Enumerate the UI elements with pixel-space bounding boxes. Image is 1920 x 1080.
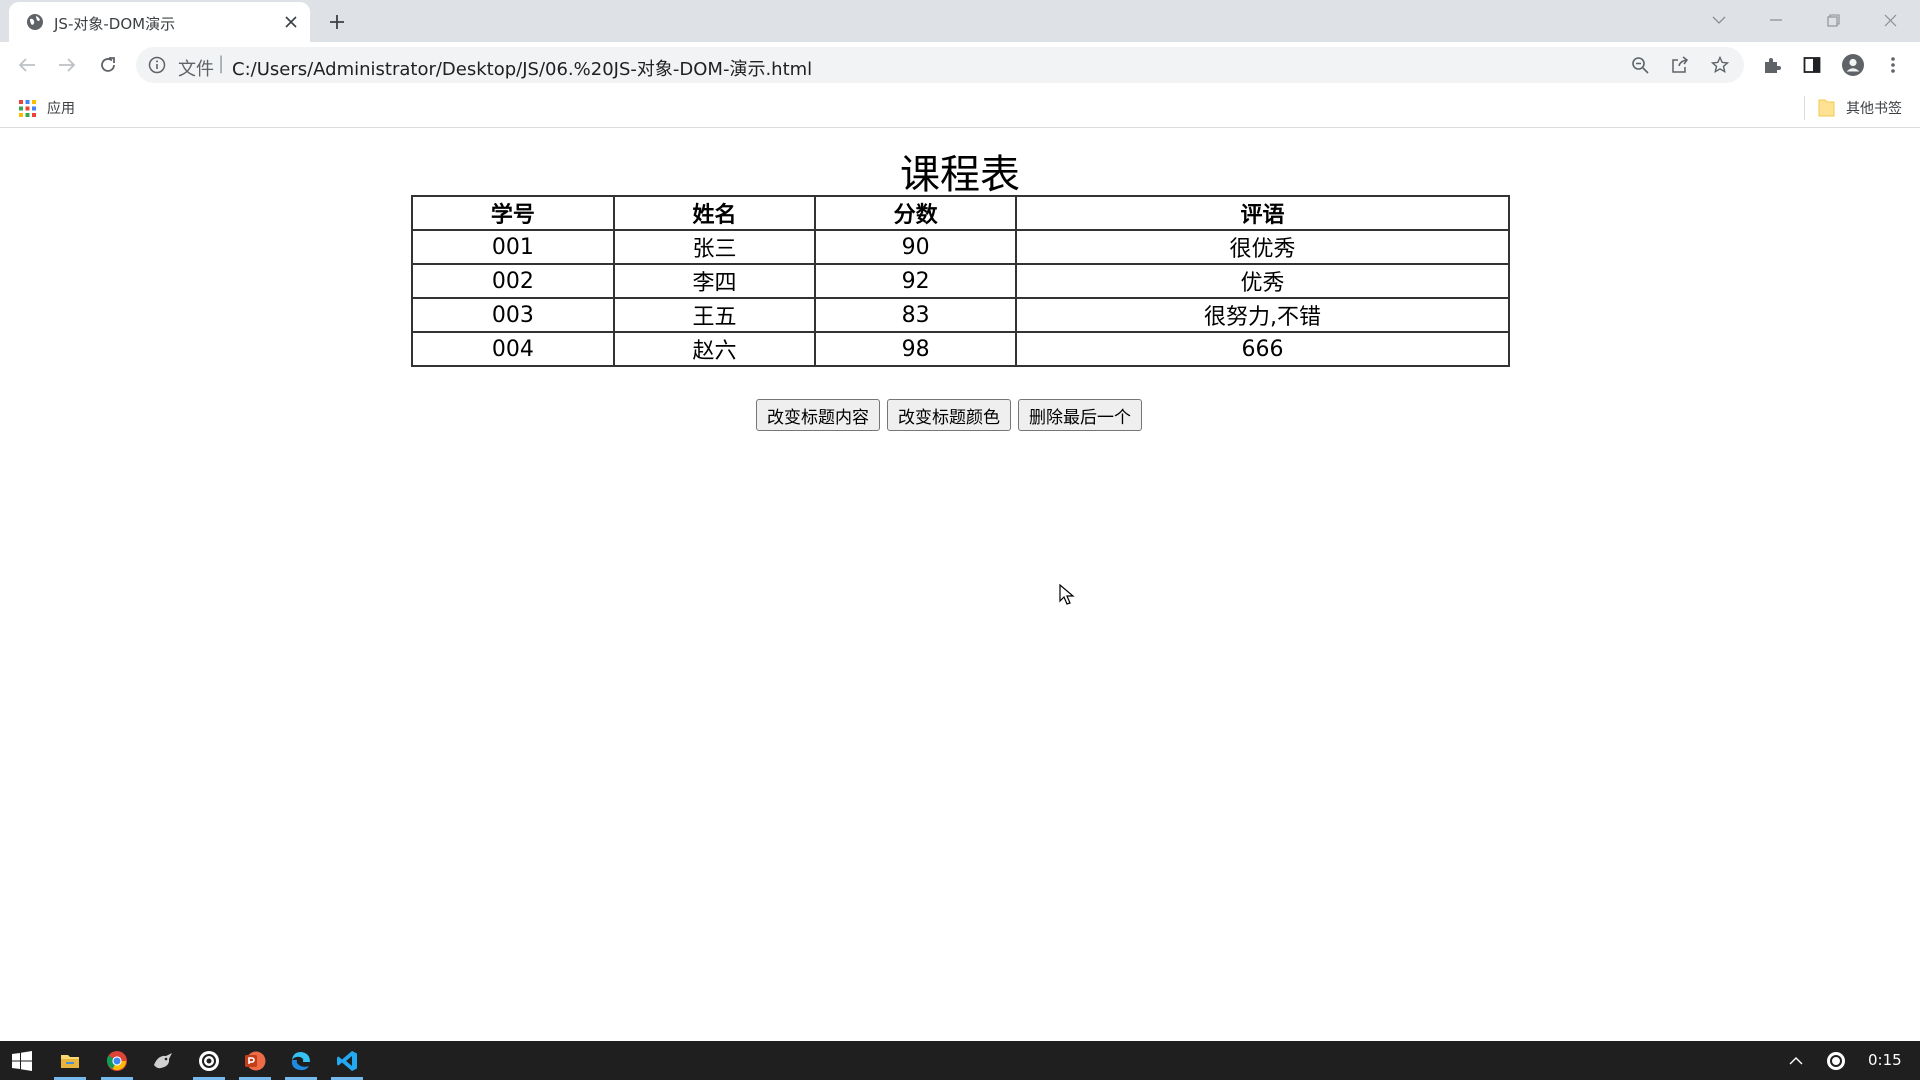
site-info-icon[interactable] <box>148 56 166 74</box>
mouse-cursor-icon <box>1059 584 1075 605</box>
file-explorer-icon[interactable] <box>48 1041 92 1080</box>
cell-name: 赵六 <box>612 331 817 367</box>
cell-score: 83 <box>814 297 1017 333</box>
zoom-icon[interactable] <box>1630 55 1650 75</box>
url-text[interactable]: C:/Users/Administrator/Desktop/JS/06.%20… <box>232 55 812 81</box>
tab-strip: JS-对象-DOM演示 <box>0 0 1920 42</box>
tab-search-chevron-down-icon[interactable] <box>1699 6 1739 34</box>
vscode-icon[interactable] <box>325 1041 369 1080</box>
header-name: 姓名 <box>612 195 817 231</box>
edge-icon[interactable] <box>279 1041 323 1080</box>
cell-comment: 很努力,不错 <box>1014 297 1511 333</box>
back-arrow-icon[interactable] <box>12 50 42 80</box>
bird-app-icon[interactable] <box>141 1041 185 1080</box>
bookmark-star-icon[interactable] <box>1710 55 1730 75</box>
course-table: 学号 姓名 分数 评语 001 张三 90 很优秀 002 李四 92 优秀 0… <box>411 195 1511 367</box>
globe-icon <box>27 14 43 30</box>
table-row: 001 张三 90 很优秀 <box>411 229 1511 265</box>
recorder-app-icon[interactable] <box>187 1041 231 1080</box>
chrome-icon[interactable] <box>95 1041 139 1080</box>
table-header-row: 学号 姓名 分数 评语 <box>411 195 1511 231</box>
extensions-puzzle-icon[interactable] <box>1760 53 1784 77</box>
cell-name: 张三 <box>612 229 817 265</box>
minimize-icon[interactable] <box>1756 6 1796 34</box>
windows-start-icon[interactable] <box>0 1041 44 1080</box>
header-student-id: 学号 <box>411 195 615 231</box>
cell-score: 90 <box>814 229 1017 265</box>
button-row: 改变标题内容 改变标题颜色 删除最后一个 <box>756 399 1142 431</box>
cell-student-id: 001 <box>411 229 615 265</box>
cell-name: 王五 <box>612 297 817 333</box>
new-tab-icon[interactable] <box>324 9 350 35</box>
cell-score: 98 <box>814 331 1017 367</box>
tray-chevron-up-icon[interactable] <box>1774 1041 1818 1080</box>
cell-student-id: 003 <box>411 297 615 333</box>
cell-comment: 很优秀 <box>1014 229 1511 265</box>
header-score: 分数 <box>814 195 1017 231</box>
tab-title: JS-对象-DOM演示 <box>54 15 176 33</box>
cell-comment: 666 <box>1014 331 1511 367</box>
cell-name: 李四 <box>612 263 817 299</box>
table-row: 002 李四 92 优秀 <box>411 263 1511 299</box>
table-row: 004 赵六 98 666 <box>411 331 1511 367</box>
other-bookmarks-label[interactable]: 其他书签 <box>1846 98 1902 118</box>
cell-comment: 优秀 <box>1014 263 1511 299</box>
profile-avatar-icon[interactable] <box>1841 53 1865 77</box>
apps-bookmark-label[interactable]: 应用 <box>47 98 75 118</box>
header-comment: 评语 <box>1014 195 1511 231</box>
share-icon[interactable] <box>1670 55 1690 75</box>
restore-window-icon[interactable] <box>1813 6 1853 34</box>
bookmarks-bar: 应用 其他书签 <box>0 88 1920 128</box>
side-panel-icon[interactable] <box>1800 53 1824 77</box>
browser-tab[interactable]: JS-对象-DOM演示 <box>9 2 310 42</box>
table-row: 003 王五 83 很努力,不错 <box>411 297 1511 333</box>
menu-kebab-icon[interactable] <box>1881 53 1905 77</box>
powerpoint-icon[interactable] <box>233 1041 277 1080</box>
tray-app-icon[interactable] <box>1814 1041 1858 1080</box>
cell-student-id: 002 <box>411 263 615 299</box>
page-content: 课程表 学号 姓名 分数 评语 001 张三 90 很优秀 002 李四 92 … <box>0 129 1920 1041</box>
apps-grid-icon[interactable] <box>19 100 36 117</box>
forward-arrow-icon[interactable] <box>52 50 82 80</box>
address-bar[interactable]: 文件 | C:/Users/Administrator/Desktop/JS/0… <box>136 47 1744 83</box>
cell-score: 92 <box>814 263 1017 299</box>
bookmarks-divider <box>1804 96 1805 120</box>
browser-toolbar: 文件 | C:/Users/Administrator/Desktop/JS/0… <box>0 42 1920 88</box>
delete-last-button[interactable]: 删除最后一个 <box>1018 399 1142 431</box>
page-title: 课程表 <box>900 152 1020 198</box>
close-window-icon[interactable] <box>1870 6 1910 34</box>
folder-icon <box>1818 99 1835 117</box>
taskbar-clock[interactable]: 0:15 <box>1868 1051 1902 1069</box>
close-tab-icon[interactable] <box>281 12 301 32</box>
url-separator: | <box>218 53 225 74</box>
taskbar: 0:15 <box>0 1041 1920 1080</box>
scheme-label: 文件 <box>178 59 214 80</box>
cell-student-id: 004 <box>411 331 615 367</box>
change-title-content-button[interactable]: 改变标题内容 <box>756 399 880 431</box>
reload-icon[interactable] <box>93 50 123 80</box>
change-title-color-button[interactable]: 改变标题颜色 <box>887 399 1011 431</box>
